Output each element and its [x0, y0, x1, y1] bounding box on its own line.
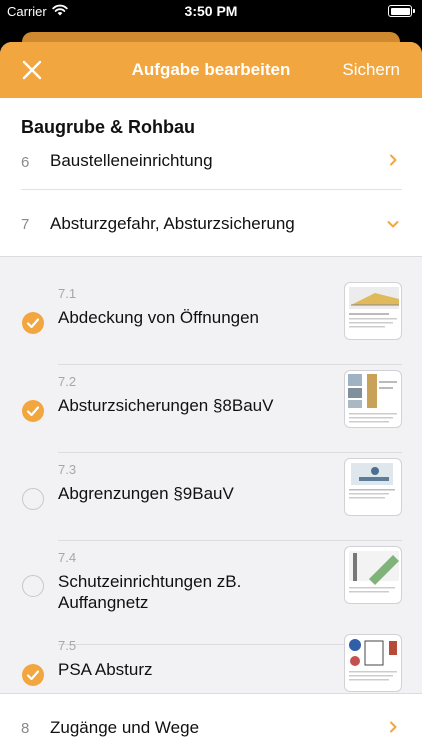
section-title: Baugrube & Rohbau — [21, 117, 195, 137]
group-number: 6 — [21, 154, 30, 171]
group-number: 8 — [21, 720, 30, 737]
battery-icon — [388, 5, 415, 17]
group-row-8[interactable]: 8 Zugänge und Wege — [0, 693, 422, 750]
subtask-number: 7.3 — [58, 462, 77, 477]
subtask-item-7-2[interactable]: 7.2 Absturzsicherungen §8BauV — [0, 365, 422, 453]
clock: 3:50 PM — [184, 3, 238, 19]
subtask-item-7-1[interactable]: 7.1 Abdeckung von Öffnungen — [0, 277, 422, 365]
subtask-number: 7.5 — [58, 638, 77, 653]
subtask-label: Abdeckung von Öffnungen — [58, 308, 260, 327]
document-thumbnail[interactable] — [344, 282, 402, 340]
chevron-down-icon — [387, 221, 399, 228]
edit-task-sheet: Aufgabe bearbeiten Sichern Baugrube & Ro… — [0, 42, 422, 750]
group-row-7[interactable]: 7 Absturzgefahr, Absturzsicherung — [0, 190, 422, 256]
subtask-list: 7.1 Abdeckung von Öffnungen 7.2 Absturzs… — [0, 256, 422, 693]
save-button[interactable]: Sichern — [342, 60, 400, 80]
subtask-label: Abgrenzungen §9BauV — [58, 484, 234, 503]
group-number: 7 — [21, 216, 30, 233]
subtask-number: 7.1 — [58, 286, 77, 301]
chevron-right-icon — [390, 154, 397, 166]
checkmark-circle-icon[interactable] — [22, 400, 44, 422]
group-label: Absturzgefahr, Absturzsicherung — [50, 214, 295, 233]
document-thumbnail[interactable] — [344, 370, 402, 428]
empty-circle-icon[interactable] — [22, 488, 44, 510]
empty-circle-icon[interactable] — [22, 575, 44, 597]
subtask-label: PSA Absturz — [58, 660, 153, 679]
subtask-item-7-3[interactable]: 7.3 Abgrenzungen §9BauV — [0, 453, 422, 541]
subtask-label: Absturzsicherungen §8BauV — [58, 396, 274, 415]
group-label: Zugänge und Wege — [50, 718, 200, 737]
navigation-bar: Aufgabe bearbeiten Sichern — [0, 42, 422, 98]
document-thumbnail[interactable] — [344, 458, 402, 516]
subtask-item-7-5[interactable]: 7.5 PSA Absturz — [0, 629, 422, 694]
chevron-right-icon — [390, 721, 397, 733]
checkmark-circle-icon[interactable] — [22, 664, 44, 686]
group-label: Baustelleneinrichtung — [50, 151, 213, 170]
subtask-number: 7.2 — [58, 374, 77, 389]
group-row-6[interactable]: 6 Baustelleneinrichtung — [0, 142, 422, 190]
document-thumbnail[interactable] — [344, 634, 402, 692]
subtask-label: Schutzeinrichtungen zB. Auffangnetz — [58, 572, 242, 612]
subtask-number: 7.4 — [58, 550, 77, 565]
checkmark-circle-icon[interactable] — [22, 312, 44, 334]
document-thumbnail[interactable] — [344, 546, 402, 604]
status-bar: Carrier 3:50 PM — [0, 0, 422, 24]
